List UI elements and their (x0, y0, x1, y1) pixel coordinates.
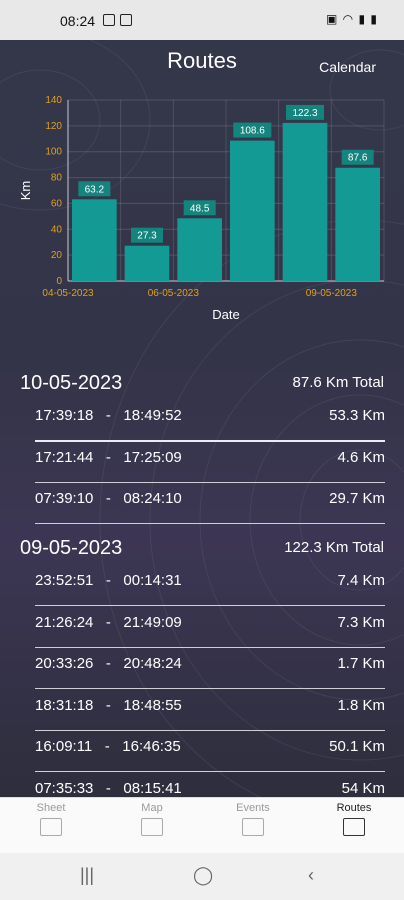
route-distance: 54 Km (341, 779, 385, 797)
y-tick-label: 140 (45, 95, 62, 106)
chart-bar (230, 140, 275, 281)
calendar-button[interactable]: Calendar (319, 59, 376, 75)
nav-item-label: Routes (336, 802, 372, 814)
route-row[interactable]: 16:09:11 - 16:46:35 50.1 Km (35, 738, 385, 780)
route-row[interactable]: 17:39:18 - 18:49:52 53.3 Km (35, 407, 385, 449)
nav-item-sheet[interactable]: Sheet (16, 802, 86, 836)
row-separator (35, 729, 385, 731)
data-label: 63.2 (85, 184, 105, 195)
route-time-range: 16:09:11 - 16:46:35 (35, 738, 181, 755)
x-axis-title: Date (212, 307, 239, 322)
nav-item-events[interactable]: Events (218, 802, 288, 836)
route-time-range: 17:39:18 - 18:49:52 (35, 407, 182, 424)
sheet-icon (40, 818, 62, 836)
siren-icon (242, 818, 264, 836)
x-tick-label: 06-05-2023 (148, 288, 200, 299)
routes-icon (343, 818, 365, 836)
y-tick-label: 100 (45, 147, 62, 158)
x-tick-label: 04-05-2023 (42, 288, 94, 299)
nav-item-routes[interactable]: Routes (319, 802, 389, 836)
y-tick-label: 40 (51, 224, 63, 235)
route-row[interactable]: 20:33:26 - 20:48:24 1.7 Km (35, 655, 385, 697)
row-separator (35, 481, 385, 483)
route-distance: 1.7 Km (337, 655, 385, 672)
chart-bar (335, 167, 380, 281)
route-time-range: 17:21:44 - 17:25:09 (35, 448, 182, 466)
signal-battery-icons: ▣ ◠ ▮ ▮ (325, 12, 378, 26)
routes-bar-chart: 0 20 40 60 80 100 120 140 63.2 27.3 48.5 108.6 122.3… (18, 95, 385, 322)
route-distance: 1.8 Km (337, 696, 385, 714)
route-time-range: 07:39:10 - 08:24:10 (35, 490, 182, 507)
row-separator (35, 440, 385, 442)
download-notification-icon (120, 14, 132, 26)
status-bar: 08:24 ▣ ◠ ▮ ▮ (0, 0, 404, 40)
recent-apps-icon[interactable]: ||| (80, 865, 94, 886)
data-label: 108.6 (240, 126, 265, 137)
data-label: 48.5 (190, 203, 210, 214)
day-date: 10-05-2023 (20, 372, 123, 394)
route-row[interactable]: 18:31:18 - 18:48:55 1.8 Km (35, 697, 385, 739)
route-distance: 7.4 Km (337, 572, 385, 589)
row-separator (35, 605, 385, 606)
chart-bar (124, 245, 170, 281)
status-time: 08:24 (60, 13, 96, 29)
route-distance: 7.3 Km (337, 613, 385, 631)
row-separator (35, 523, 385, 524)
nav-item-label: Events (236, 802, 270, 814)
y-tick-label: 0 (56, 276, 62, 287)
day-date: 09-05-2023 (20, 537, 123, 559)
x-tick-label: 09-05-2023 (306, 288, 358, 299)
day-total: 122.3 Km Total (284, 539, 384, 556)
routes-screen: 08:24 ▣ ◠ ▮ ▮ Routes Calendar 0 20 40 60 80 1… (0, 0, 404, 900)
map-icon (141, 818, 163, 836)
route-row[interactable]: 17:21:44 - 17:25:09 4.6 Km (35, 449, 385, 491)
data-label: 122.3 (292, 108, 317, 119)
route-distance: 4.6 Km (337, 448, 385, 466)
nav-item-label: Map (141, 802, 163, 814)
y-tick-label: 120 (45, 121, 62, 132)
gallery-notification-icon (103, 14, 115, 26)
chart-bar (282, 122, 328, 281)
y-tick-label: 60 (51, 198, 63, 209)
route-distance: 50.1 Km (329, 738, 385, 755)
route-row[interactable]: 07:39:10 - 08:24:10 29.7 Km (35, 490, 385, 532)
row-separator (35, 688, 385, 689)
route-time-range: 18:31:18 - 18:48:55 (35, 696, 182, 714)
route-time-range: 20:33:26 - 20:48:24 (35, 655, 182, 672)
route-time-range: 23:52:51 - 00:14:31 (35, 572, 182, 589)
route-distance: 53.3 Km (329, 407, 385, 424)
route-row[interactable]: 21:26:24 - 21:49:09 7.3 Km (35, 614, 385, 656)
home-icon[interactable]: ◯ (193, 865, 213, 886)
chart-bar (177, 218, 222, 281)
y-axis-title: Km (18, 181, 33, 201)
y-tick-label: 80 (51, 173, 63, 184)
back-icon[interactable]: ‹ (308, 865, 314, 886)
system-navigation-bar: ||| ◯ ‹ (0, 853, 404, 900)
nav-item-label: Sheet (36, 802, 66, 814)
nav-item-map[interactable]: Map (117, 802, 187, 836)
chart-bar (72, 199, 117, 281)
route-time-range: 21:26:24 - 21:49:09 (35, 613, 182, 631)
route-distance: 29.7 Km (329, 490, 385, 507)
day-total: 87.6 Km Total (292, 374, 384, 391)
bottom-navigation: Sheet Map Events Routes (0, 797, 404, 854)
row-separator (35, 771, 385, 772)
data-label: 87.6 (348, 153, 368, 164)
route-row[interactable]: 23:52:51 - 00:14:31 7.4 Km (35, 572, 385, 614)
route-time-range: 07:35:33 - 08:15:41 (35, 779, 182, 797)
row-separator (35, 646, 385, 648)
y-tick-label: 20 (51, 250, 63, 261)
data-label: 27.3 (137, 231, 157, 242)
